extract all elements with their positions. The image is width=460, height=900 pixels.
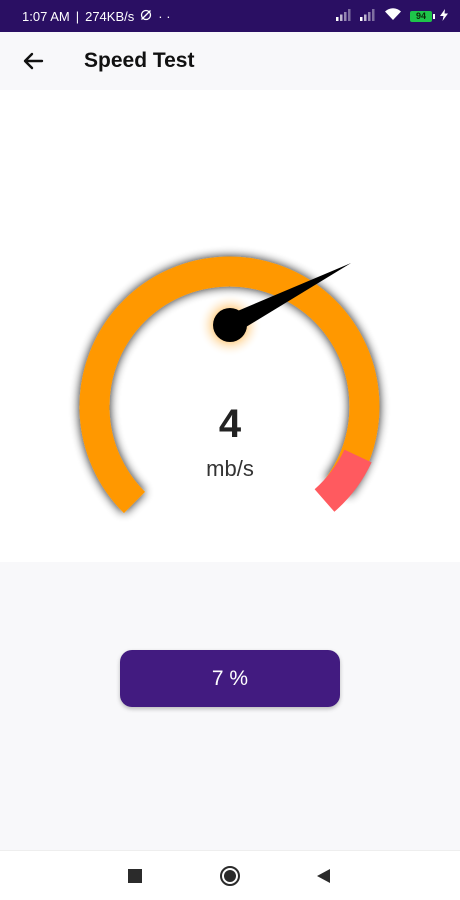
back-nav-button[interactable] bbox=[312, 864, 336, 888]
progress-label: 7 % bbox=[211, 666, 249, 690]
status-extra: · · bbox=[158, 8, 171, 24]
charging-icon bbox=[440, 8, 448, 24]
wifi-icon bbox=[384, 8, 402, 24]
speed-unit: mb/s bbox=[206, 456, 254, 481]
arrow-left-icon bbox=[23, 52, 44, 70]
progress-button[interactable]: 7 % bbox=[120, 650, 340, 707]
status-time: 1:07 AM bbox=[22, 8, 70, 24]
page-title: Speed Test bbox=[84, 49, 195, 72]
recents-button[interactable] bbox=[123, 864, 147, 888]
battery-level: 94 bbox=[415, 11, 426, 21]
status-left: 1:07 AM | 274KB/s · · bbox=[22, 9, 171, 24]
gauge-area: 4 mb/s bbox=[0, 90, 460, 562]
network-speed: 274KB/s bbox=[85, 8, 135, 24]
status-bar: 1:07 AM | 274KB/s · · 94 bbox=[0, 0, 460, 32]
gauge-hub bbox=[213, 308, 247, 342]
app-bar: Speed Test bbox=[0, 32, 460, 90]
signal-icon-2 bbox=[360, 8, 376, 24]
alarm-off-icon bbox=[140, 9, 152, 24]
speed-gauge bbox=[79, 256, 380, 514]
square-icon bbox=[128, 869, 142, 883]
home-button[interactable] bbox=[218, 864, 242, 888]
circle-icon bbox=[220, 866, 240, 886]
status-separator: | bbox=[75, 8, 80, 24]
triangle-back-icon bbox=[317, 869, 330, 883]
status-right: 94 bbox=[336, 8, 448, 24]
battery-icon: 94 bbox=[410, 10, 435, 22]
navigation-bar bbox=[0, 850, 460, 900]
back-button[interactable] bbox=[13, 41, 53, 81]
speed-value: 4 bbox=[218, 402, 242, 446]
signal-icon-1 bbox=[336, 8, 352, 24]
